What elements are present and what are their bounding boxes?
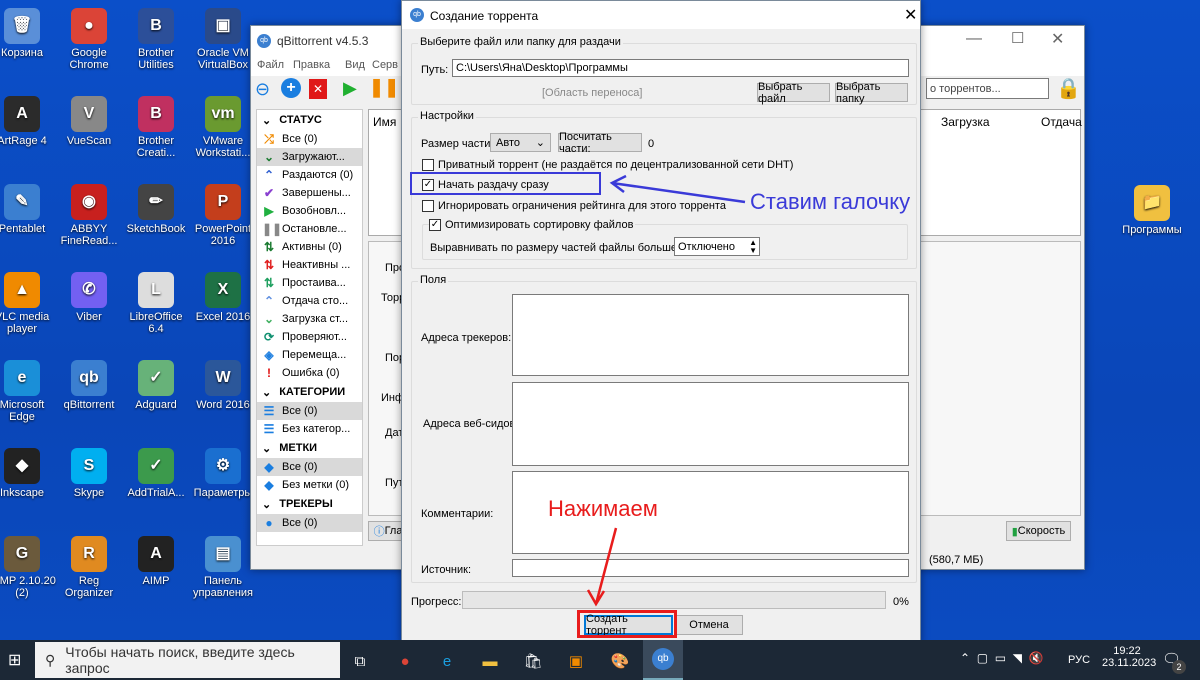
red-arrow (586, 527, 618, 607)
search-placeholder: Чтобы начать поиск, введите здесь запрос (65, 644, 295, 676)
search-icon: ⚲ (45, 651, 56, 668)
notification-count: 2 (1172, 660, 1186, 674)
virtualbox-icon[interactable]: ▣ (563, 648, 589, 674)
time: 19:22 (1113, 645, 1141, 657)
chrome-icon[interactable]: ● (392, 648, 418, 674)
explorer-icon[interactable]: ▬ (477, 648, 503, 674)
date: 23.11.2023 (1102, 657, 1157, 669)
language-indicator[interactable]: РУС (1068, 654, 1090, 666)
task-view-icon[interactable]: ⧉ (347, 648, 373, 674)
windows-start-icon[interactable]: ⊞ (8, 650, 21, 670)
store-icon[interactable]: 🛍 (520, 648, 546, 674)
clock[interactable]: 19:22 23.11.2023 (1102, 645, 1156, 669)
annotation-arrows (586, 174, 746, 607)
highlight-box-create (577, 610, 677, 638)
tray-icons[interactable]: ⌃ ▢ ▭ ◥ 🔇 (960, 651, 1044, 665)
annotation-click-note: Нажимаем (548, 496, 658, 521)
paint-icon[interactable]: 🎨 (607, 648, 633, 674)
edge-icon[interactable]: e (434, 648, 460, 674)
blue-arrow (609, 174, 746, 204)
qbittorrent-taskbar-icon[interactable]: qb (643, 640, 683, 680)
taskbar: ⊞ ⚲ Чтобы начать поиск, введите здесь зап… (0, 640, 1200, 680)
annotation-check-note: Ставим галочку (750, 189, 911, 214)
taskbar-search[interactable]: ⚲ Чтобы начать поиск, введите здесь запро… (35, 642, 340, 678)
